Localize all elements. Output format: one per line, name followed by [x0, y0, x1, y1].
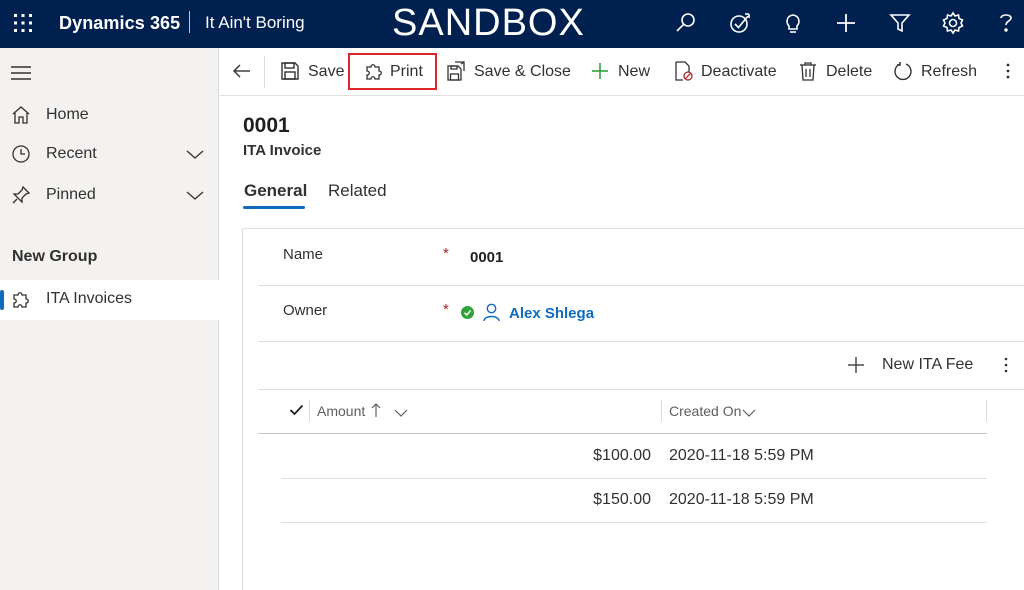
divider — [258, 389, 1024, 390]
divider — [281, 522, 987, 523]
sidebar-group-label: New Group — [12, 248, 98, 265]
sidebar-item-label: Recent — [46, 145, 97, 162]
search-icon[interactable] — [674, 11, 698, 35]
divider — [281, 478, 987, 479]
delete-button[interactable]: Delete — [798, 57, 873, 87]
required-marker: * — [443, 301, 449, 318]
clock-icon — [11, 144, 31, 164]
new-ita-fee-button[interactable]: New ITA Fee — [882, 356, 973, 374]
back-arrow-icon — [232, 61, 252, 81]
save-and-close-label: Save & Close — [474, 63, 571, 80]
home-icon — [11, 105, 31, 125]
created-on-cell: 2020-11-18 5:59 PM — [669, 491, 814, 508]
divider — [264, 56, 265, 88]
owner-lookup-link[interactable]: Alex Shlega — [509, 305, 594, 322]
trash-icon — [798, 61, 818, 81]
task-icon[interactable] — [728, 11, 752, 35]
refresh-icon — [893, 61, 913, 81]
sidebar-item-pinned[interactable]: Pinned — [0, 176, 219, 216]
plus-icon[interactable] — [847, 356, 865, 374]
top-navigation-bar: Dynamics 365 It Ain't Boring SANDBOX — [0, 0, 1024, 48]
lightbulb-icon[interactable] — [781, 11, 805, 35]
help-icon[interactable] — [994, 11, 1018, 35]
save-button[interactable]: Save — [280, 57, 345, 87]
brand-name[interactable]: Dynamics 365 — [59, 13, 180, 34]
more-vertical-icon[interactable] — [1003, 356, 1009, 374]
record-title: 0001 — [243, 114, 290, 137]
sidebar: Home Recent Pinned New Group ITA Invoice… — [0, 48, 219, 590]
pin-icon — [11, 185, 31, 205]
divider — [258, 433, 987, 434]
sidebar-item-home[interactable]: Home — [0, 96, 219, 136]
amount-cell: $150.00 — [593, 491, 651, 508]
sidebar-item-ita-invoices[interactable]: ITA Invoices — [0, 280, 219, 320]
column-divider — [986, 400, 987, 422]
tab-related[interactable]: Related — [328, 181, 387, 201]
more-vertical-icon — [1005, 61, 1024, 81]
deactivate-button[interactable]: Deactivate — [673, 57, 777, 87]
divider — [258, 285, 1024, 286]
plus-icon — [590, 61, 610, 81]
check-circle-icon — [461, 306, 474, 319]
tab-general[interactable]: General — [244, 181, 307, 201]
refresh-button[interactable]: Refresh — [893, 57, 977, 87]
new-label: New — [618, 63, 651, 80]
divider — [189, 11, 190, 33]
column-divider — [309, 400, 310, 422]
owner-field-label: Owner — [283, 302, 328, 319]
chevron-down-icon[interactable] — [394, 405, 408, 417]
divider — [258, 341, 1024, 342]
save-icon — [280, 61, 300, 81]
save-close-icon — [446, 61, 466, 81]
required-marker: * — [443, 245, 449, 262]
sidebar-item-label: ITA Invoices — [46, 290, 132, 307]
sidebar-item-label: Pinned — [46, 186, 96, 203]
save-label: Save — [308, 63, 345, 80]
active-tab-indicator — [243, 206, 305, 209]
plus-icon[interactable] — [834, 11, 858, 35]
name-field[interactable]: 0001 — [470, 249, 503, 266]
refresh-label: Refresh — [921, 63, 978, 80]
chevron-down-icon[interactable] — [186, 188, 204, 202]
chevron-down-icon[interactable] — [742, 405, 756, 417]
delete-label: Delete — [826, 63, 873, 80]
deactivate-icon — [673, 61, 693, 81]
save-and-close-button[interactable]: Save & Close — [446, 57, 571, 87]
waffle-icon[interactable] — [13, 13, 33, 33]
sidebar-item-label: Home — [46, 106, 89, 123]
app-name[interactable]: It Ain't Boring — [205, 13, 305, 33]
sort-ascending-icon[interactable] — [370, 402, 382, 418]
column-header-created-on[interactable]: Created On — [669, 403, 741, 419]
puzzle-icon — [11, 289, 31, 309]
back-button[interactable] — [232, 57, 256, 87]
created-on-cell: 2020-11-18 5:59 PM — [669, 447, 814, 464]
select-all-checkmark-icon[interactable] — [289, 403, 304, 417]
more-commands-button[interactable] — [1002, 57, 1016, 87]
print-highlight-box — [348, 53, 437, 90]
column-divider — [661, 400, 662, 422]
amount-cell: $100.00 — [593, 447, 651, 464]
new-button[interactable]: New — [590, 57, 650, 87]
gear-icon[interactable] — [941, 11, 965, 35]
deactivate-label: Deactivate — [701, 63, 777, 80]
column-header-amount[interactable]: Amount — [317, 403, 365, 419]
filter-icon[interactable] — [888, 11, 912, 35]
environment-label: SANDBOX — [392, 2, 585, 44]
name-field-label: Name — [283, 246, 324, 263]
person-icon — [483, 303, 500, 322]
chevron-down-icon[interactable] — [186, 147, 204, 161]
command-bar: Save Print Save & Close New Deactivate D… — [220, 48, 1024, 96]
hamburger-menu-icon[interactable] — [11, 66, 31, 80]
record-entity-name: ITA Invoice — [243, 142, 322, 159]
active-indicator — [0, 290, 4, 310]
sidebar-item-recent[interactable]: Recent — [0, 135, 219, 175]
